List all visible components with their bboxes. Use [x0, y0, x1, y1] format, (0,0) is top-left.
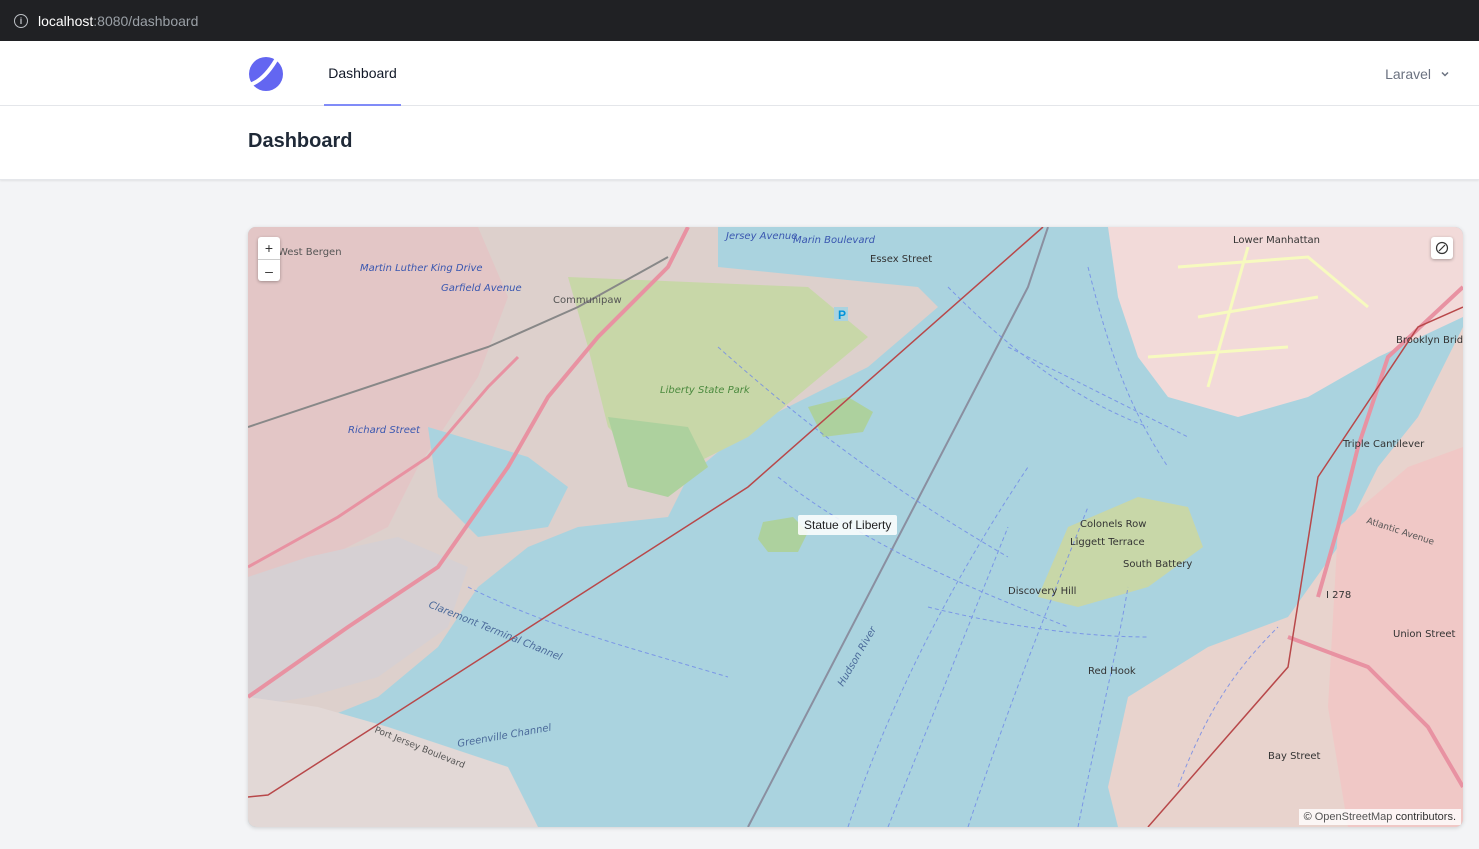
label-triple-cantilever: Triple Cantilever: [1342, 439, 1425, 450]
label-mlk: Martin Luther King Drive: [360, 263, 483, 274]
label-discovery-hill: Discovery Hill: [1008, 586, 1076, 597]
label-red-hook: Red Hook: [1088, 666, 1136, 677]
top-navigation: Dashboard Laravel: [0, 41, 1479, 106]
url-host: localhost: [38, 12, 94, 29]
label-liggett: Liggett Terrace: [1070, 537, 1145, 548]
label-richard-street: Richard Street: [348, 425, 421, 436]
compass-icon: [1435, 241, 1449, 255]
chevron-down-icon: [1441, 71, 1449, 77]
label-lower-manhattan: Lower Manhattan: [1233, 235, 1320, 246]
label-brooklyn-bridge: Brooklyn Bridge: [1396, 335, 1463, 346]
zoom-out-button[interactable]: –: [258, 259, 280, 281]
map-viewport[interactable]: West Bergen Communipaw Lower Manhattan B…: [248, 227, 1463, 827]
label-union-street: Union Street: [1393, 629, 1456, 640]
app-logo-icon[interactable]: [248, 56, 284, 92]
map-attribution: © OpenStreetMap contributors.: [1298, 809, 1461, 825]
user-dropdown[interactable]: Laravel: [1385, 41, 1451, 106]
label-liberty-park: Liberty State Park: [660, 385, 751, 396]
zoom-in-button[interactable]: +: [258, 237, 280, 259]
label-i278: I 278: [1326, 590, 1351, 601]
label-communipaw: Communipaw: [553, 295, 622, 306]
svg-text:P: P: [838, 308, 846, 322]
label-essex: Essex Street: [870, 254, 932, 265]
attribution-suffix: contributors.: [1395, 811, 1456, 823]
zoom-control: + –: [258, 237, 280, 281]
label-bay-street: Bay Street: [1268, 751, 1321, 762]
reset-rotation-button[interactable]: [1431, 237, 1453, 259]
label-garfield: Garfield Avenue: [441, 283, 522, 294]
label-west-bergen: West Bergen: [278, 247, 342, 258]
browser-address-bar[interactable]: i localhost:8080/dashboard: [0, 0, 1479, 41]
user-name: Laravel: [1385, 65, 1431, 82]
label-south-battery: South Battery: [1123, 559, 1192, 570]
label-jersey-ave: Jersey Avenue: [724, 231, 797, 242]
marker-tooltip: Statue of Liberty: [798, 515, 898, 535]
nav-link-dashboard[interactable]: Dashboard: [324, 41, 401, 106]
label-marin: Marin Boulevard: [793, 235, 876, 246]
osm-link[interactable]: OpenStreetMap: [1315, 811, 1393, 823]
site-info-icon[interactable]: i: [14, 13, 28, 28]
page-title: Dashboard: [248, 130, 353, 152]
page-header: Dashboard: [0, 106, 1479, 180]
label-colonels-row: Colonels Row: [1080, 519, 1146, 530]
url-path: :8080/dashboard: [93, 12, 199, 29]
attribution-prefix: ©: [1303, 811, 1312, 823]
